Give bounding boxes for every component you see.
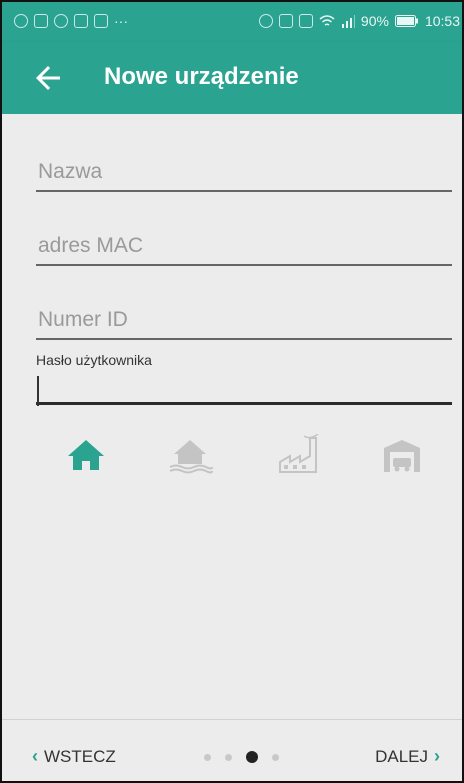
next-button-label: DALEJ — [375, 746, 428, 766]
mail-icon — [34, 14, 48, 28]
wizard-footer: ‹ WSTECZ DALEJ › — [2, 719, 462, 781]
name-field[interactable] — [36, 160, 452, 190]
status-right-icons: 90% 10:53 — [258, 13, 460, 29]
clock: 10:53 — [424, 13, 460, 29]
text-cursor — [37, 376, 39, 406]
mac-field-wrapper — [36, 234, 452, 266]
chevron-left-icon: ‹ — [32, 746, 38, 766]
battery-icon — [394, 15, 418, 27]
password-field[interactable] — [36, 372, 452, 402]
page-indicator — [204, 751, 279, 763]
nfc-icon — [278, 14, 293, 28]
mac-field-underline — [36, 264, 452, 266]
password-field-wrapper — [36, 372, 452, 406]
fm-radio-icon — [14, 14, 28, 28]
mac-address-field[interactable] — [36, 234, 452, 264]
flood-house-icon[interactable] — [166, 434, 214, 474]
status-bar: ··· 90% 10:53 — [2, 2, 462, 42]
battery-percent: 90% — [360, 13, 389, 29]
back-button-label: WSTECZ — [44, 746, 116, 766]
factory-icon[interactable] — [274, 434, 322, 474]
name-field-wrapper — [36, 160, 452, 192]
back-arrow-icon[interactable] — [30, 60, 66, 96]
more-notifications: ··· — [114, 13, 128, 29]
id-field-underline — [36, 338, 452, 340]
page-dot — [204, 753, 211, 761]
chevron-right-icon: › — [434, 746, 440, 766]
headset-icon — [258, 14, 273, 28]
page-dot — [272, 753, 279, 761]
message-icon — [94, 14, 108, 28]
page-dot — [225, 753, 232, 761]
back-button[interactable]: ‹ WSTECZ — [32, 746, 116, 767]
app-bar: Nowe urządzenie — [2, 42, 462, 114]
wifi-icon — [319, 15, 335, 26]
id-number-field[interactable] — [36, 308, 452, 338]
form-area: Hasło użytkownika — [2, 114, 462, 719]
location-icon — [54, 14, 68, 28]
name-field-underline — [36, 190, 452, 192]
status-left-icons: ··· — [14, 13, 128, 29]
house-icon[interactable] — [62, 434, 110, 474]
garage-icon[interactable] — [378, 434, 426, 474]
id-field-wrapper — [36, 308, 452, 340]
mute-icon — [298, 14, 313, 28]
youtube-icon — [74, 14, 88, 28]
app-screen: ··· 90% 10:53 Nowe urządzenie Nazwa adre… — [0, 0, 464, 783]
next-button[interactable]: DALEJ › — [375, 746, 440, 767]
password-label: Hasło użytkownika — [36, 352, 152, 368]
device-type-selector — [2, 434, 462, 484]
page-title: Nowe urządzenie — [104, 63, 299, 90]
signal-icon — [341, 15, 355, 28]
page-dot-active — [246, 751, 258, 763]
password-field-underline — [36, 402, 452, 405]
